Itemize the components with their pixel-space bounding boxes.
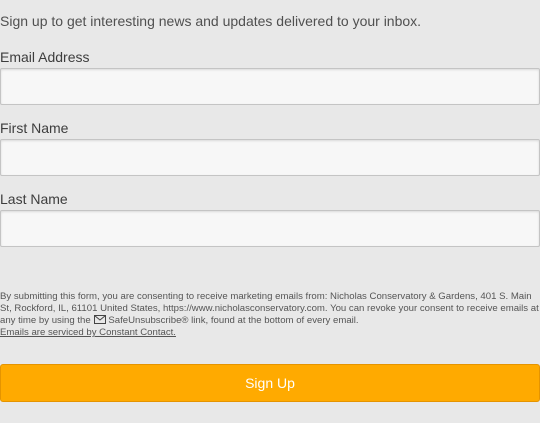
email-field[interactable]: [0, 68, 540, 105]
sign-up-button[interactable]: Sign Up: [0, 364, 540, 402]
constant-contact-link[interactable]: Emails are serviced by Constant Contact.: [0, 327, 176, 338]
last-name-field[interactable]: [0, 210, 540, 247]
envelope-icon: [94, 315, 107, 324]
consent-disclaimer: By submitting this form, you are consent…: [0, 291, 540, 339]
email-label: Email Address: [0, 49, 90, 65]
safeunsubscribe-text: SafeUnsubscribe® link, found at the bott…: [108, 315, 359, 326]
last-name-label: Last Name: [0, 191, 68, 207]
intro-text: Sign up to get interesting news and upda…: [0, 13, 422, 29]
first-name-label: First Name: [0, 120, 69, 136]
first-name-field[interactable]: [0, 139, 540, 176]
signup-form: Sign up to get interesting news and upda…: [0, 0, 540, 423]
